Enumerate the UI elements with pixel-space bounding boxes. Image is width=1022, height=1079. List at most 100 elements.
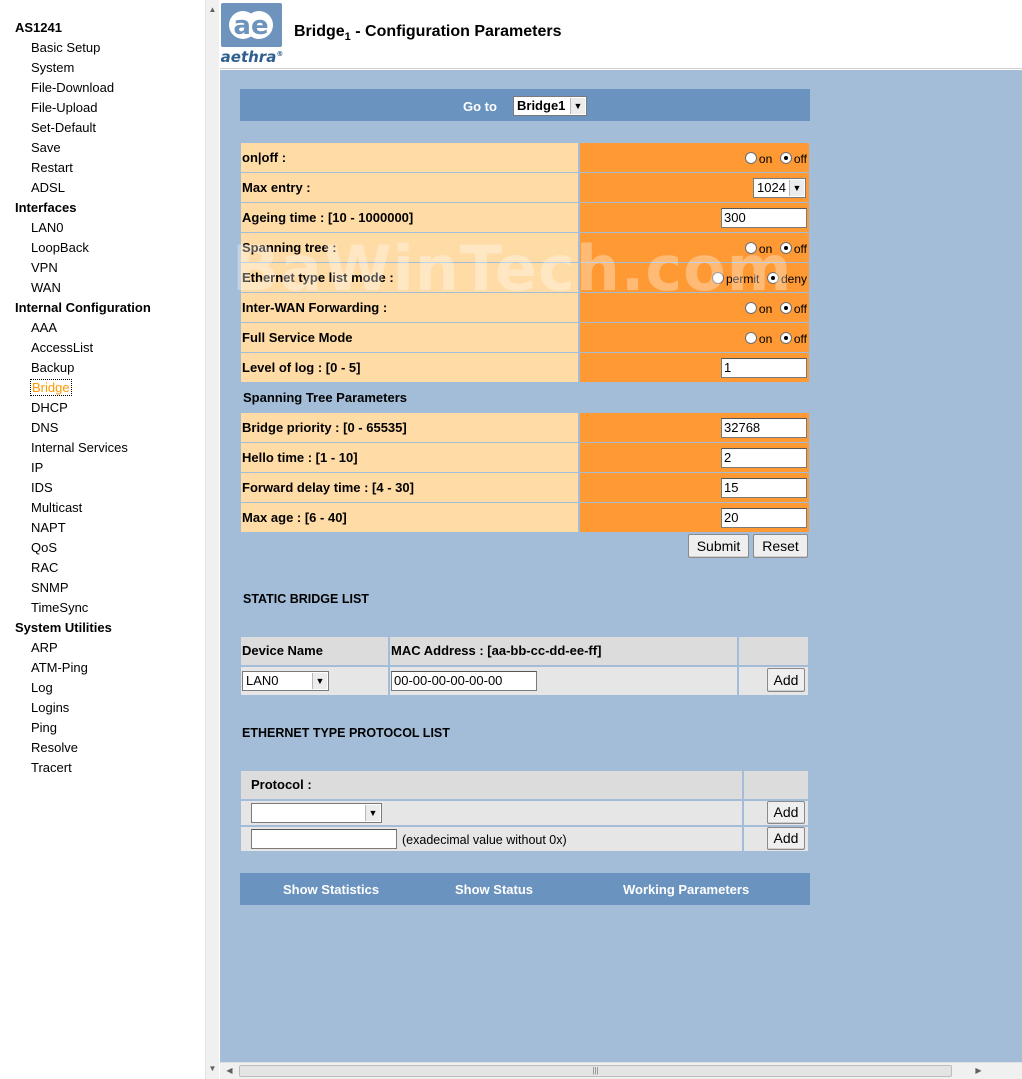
nav-item-file-download[interactable]: File-Download [0,78,205,98]
nav-item-label: NAPT [31,520,66,535]
row-bridge-priority: Bridge priority : [0 - 65535] 32768 [240,413,810,442]
nav-item-ping[interactable]: Ping [0,718,205,738]
onoff-off-radio[interactable] [779,152,792,164]
nav-item-label: AAA [31,320,58,335]
nav-item-loopback[interactable]: LoopBack [0,238,205,258]
nav-item-restart[interactable]: Restart [0,158,205,178]
nav-item-dns[interactable]: DNS [0,418,205,438]
row-log-level: Level of log : [0 - 5] 1 [240,353,810,382]
add-static-entry-button[interactable]: Add [767,668,805,692]
row-eth-type-mode: Ethernet type list mode : permit deny [240,263,810,292]
spanning-on-radio[interactable] [744,242,757,254]
nav-item-logins[interactable]: Logins [0,698,205,718]
goto-select[interactable]: Bridge1 ▼ [513,96,587,116]
device-name-select[interactable]: LAN0 ▼ [242,671,329,691]
ageing-input[interactable]: 300 [721,208,807,228]
nav-item-bridge[interactable]: Bridge [0,378,205,398]
nav-item-label: ATM-Ping [31,660,88,675]
spanning-off-radio[interactable] [779,242,792,254]
scroll-left-arrow-icon[interactable]: ◀ [223,1064,236,1078]
nav-item-label: Internal Services [31,440,128,455]
nav-item-adsl[interactable]: ADSL [0,178,205,198]
nav-item-ids[interactable]: IDS [0,478,205,498]
log-level-label: Level of log : [0 - 5] [241,353,578,382]
add-protocol-button[interactable]: Add [767,801,805,824]
nav-item-wan[interactable]: WAN [0,278,205,298]
goto-bar: Go to Bridge1 ▼ [240,89,810,121]
hello-time-input[interactable]: 2 [721,448,807,468]
nav-item-label: ADSL [31,180,65,195]
row-onoff: on|off : on off [240,143,810,172]
nav-item-set-default[interactable]: Set-Default [0,118,205,138]
nav-item-snmp[interactable]: SNMP [0,578,205,598]
nav-item-rac[interactable]: RAC [0,558,205,578]
horizontal-scroll-thumb[interactable]: ||| [239,1065,952,1077]
nav-item-lan0[interactable]: LAN0 [0,218,205,238]
nav-item-label: Set-Default [31,120,97,135]
show-statistics-link[interactable]: Show Statistics [283,882,379,897]
reset-button[interactable]: Reset [753,534,808,558]
nav-item-log[interactable]: Log [0,678,205,698]
left-nav: AS1241 Basic Setup System File-Download File… [0,18,205,778]
nav-item-system[interactable]: System [0,58,205,78]
nav-group-as1241: AS1241 [15,20,62,35]
nav-item-arp[interactable]: ARP [0,638,205,658]
full-service-off-radio[interactable] [779,332,792,344]
nav-item-basic-setup[interactable]: Basic Setup [0,38,205,58]
nav-item-vpn[interactable]: VPN [0,258,205,278]
nav-item-label: AccessList [31,340,94,355]
protocol-select[interactable]: ▼ [251,803,382,823]
chevron-down-icon: ▼ [570,98,585,114]
mac-address-input[interactable]: 00-00-00-00-00-00 [391,671,537,691]
horizontal-scrollbar[interactable]: ◀ ||| ▶ [220,1062,1022,1079]
nav-item-multicast[interactable]: Multicast [0,498,205,518]
add-hex-protocol-button[interactable]: Add [767,827,805,850]
scroll-down-arrow-icon[interactable]: ▼ [206,1062,219,1076]
nav-item-internal-services[interactable]: Internal Services [0,438,205,458]
nav-item-file-upload[interactable]: File-Upload [0,98,205,118]
onoff-label: on|off : [241,143,578,172]
nav-item-label: Tracert [31,760,72,775]
left-vertical-scrollbar[interactable]: ▲ ▼ [205,0,219,1079]
protocol-hex-input[interactable] [251,829,397,849]
nav-item-backup[interactable]: Backup [0,358,205,378]
nav-item-qos[interactable]: QoS [0,538,205,558]
logo-wordmark: aethra® [220,48,284,66]
max-age-input[interactable]: 20 [721,508,807,528]
inter-wan-on-radio[interactable] [744,302,757,314]
nav-item-tracert[interactable]: Tracert [0,758,205,778]
nav-item-accesslist[interactable]: AccessList [0,338,205,358]
nav-item-resolve[interactable]: Resolve [0,738,205,758]
nav-item-label: Basic Setup [31,40,101,55]
eth-mode-deny-radio[interactable] [766,272,779,284]
page-header: ae aethra® Bridge1 - Configuration Param… [220,0,1022,69]
submit-button[interactable]: Submit [688,534,749,558]
ageing-label: Ageing time : [10 - 1000000] [241,203,578,232]
full-service-on-radio[interactable] [744,332,757,344]
max-age-label: Max age : [6 - 40] [241,503,578,532]
nav-item-dhcp[interactable]: DHCP [0,398,205,418]
eth-type-mode-label: Ethernet type list mode : [241,263,578,292]
nav-item-aaa[interactable]: AAA [0,318,205,338]
nav-item-label: DHCP [31,400,68,415]
nav-item-save[interactable]: Save [0,138,205,158]
scroll-up-arrow-icon[interactable]: ▲ [206,3,219,17]
nav-item-timesync[interactable]: TimeSync [0,598,205,618]
working-parameters-link[interactable]: Working Parameters [623,882,749,897]
nav-item-ip[interactable]: IP [0,458,205,478]
show-status-link[interactable]: Show Status [455,882,533,897]
inter-wan-label: Inter-WAN Forwarding : [241,293,578,322]
protocol-select-cell: ▼ [241,801,742,825]
inter-wan-off-radio[interactable] [779,302,792,314]
forward-delay-input[interactable]: 15 [721,478,807,498]
onoff-on-radio[interactable] [744,152,757,164]
eth-mode-permit-radio[interactable] [712,272,724,284]
max-entry-select[interactable]: 1024 ▼ [753,178,806,198]
bridge-priority-input[interactable]: 32768 [721,418,807,438]
bridge-priority-label: Bridge priority : [0 - 65535] [241,413,578,442]
log-level-input[interactable]: 1 [721,358,807,378]
scroll-right-arrow-icon[interactable]: ▶ [972,1064,985,1078]
nav-item-atm-ping[interactable]: ATM-Ping [0,658,205,678]
nav-item-napt[interactable]: NAPT [0,518,205,538]
row-max-age: Max age : [6 - 40] 20 [240,503,810,532]
